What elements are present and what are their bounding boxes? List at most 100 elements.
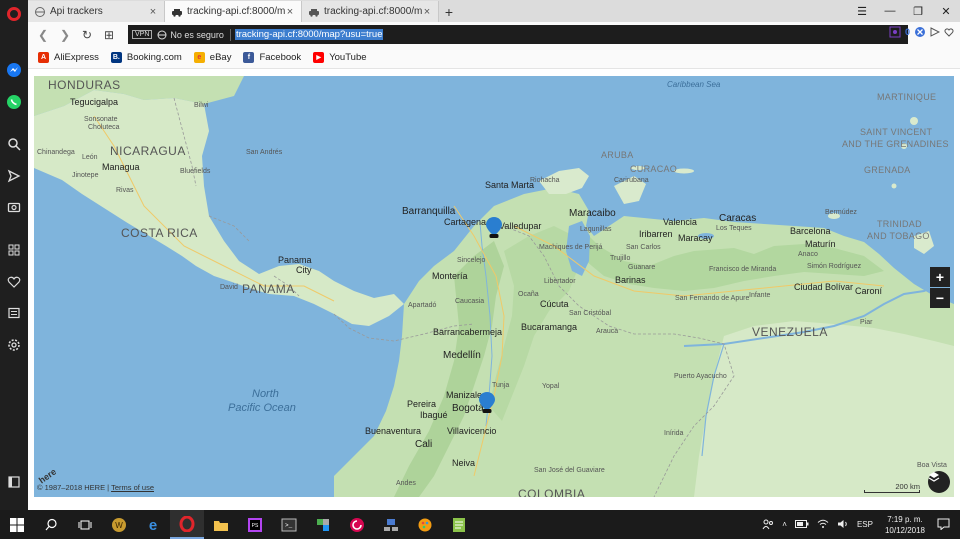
city-label: Valencia: [663, 217, 697, 227]
taskbar-app-paint[interactable]: [408, 510, 442, 539]
place-label: San Cristóbal: [569, 310, 612, 317]
svg-text:W: W: [115, 521, 123, 530]
restore-icon[interactable]: ❐: [904, 0, 932, 22]
close-icon[interactable]: ×: [148, 6, 158, 18]
map-view[interactable]: HONDURAS NICARAGUA COSTA RICA PANAMA VEN…: [34, 76, 954, 497]
ocean-label: North: [252, 388, 279, 400]
place-label: Tunja: [492, 382, 510, 389]
address-extensions: 0: [889, 26, 954, 38]
speed-dial-icon[interactable]: [4, 240, 24, 260]
flow-send-icon[interactable]: [930, 27, 940, 37]
forward-icon[interactable]: ❯: [54, 24, 76, 46]
tab-tracking-map[interactable]: tracking-api.cf:8000/map/ ×: [302, 1, 439, 22]
bookmark-youtube[interactable]: ▶ YouTube: [313, 52, 367, 63]
bookmark-aliexpress[interactable]: A AliExpress: [38, 52, 99, 63]
map-scale-bar: [864, 490, 920, 493]
tracker-marker-icon[interactable]: [486, 217, 502, 239]
country-label: NICARAGUA: [110, 144, 186, 158]
battery-icon[interactable]: [794, 519, 809, 530]
close-icon[interactable]: ×: [422, 6, 432, 18]
island-label: TRINIDAD: [877, 219, 922, 229]
opera-menu-icon[interactable]: [4, 4, 24, 24]
globe-icon: [157, 30, 167, 39]
extension-icon[interactable]: [889, 26, 901, 38]
vpn-badge[interactable]: VPN: [132, 30, 153, 39]
taskbar-app-explorer[interactable]: [204, 510, 238, 539]
debian-icon: [350, 517, 364, 532]
language-indicator[interactable]: ESP: [857, 520, 873, 529]
taskbar-app-puzzle[interactable]: [306, 510, 340, 539]
taskbar-app-edge[interactable]: e: [136, 510, 170, 539]
task-view-button[interactable]: [68, 510, 102, 539]
island-label: AND TOBAGO: [867, 231, 930, 241]
place-label: Apartadó: [408, 302, 437, 309]
search-button[interactable]: [34, 510, 68, 539]
tab-api-trackers[interactable]: Api trackers ×: [28, 1, 165, 22]
people-icon[interactable]: [762, 518, 774, 532]
sidebar-toggle-icon[interactable]: [4, 472, 24, 492]
terms-of-use-link[interactable]: Terms of use: [111, 483, 154, 492]
place-label: Trujillo: [610, 255, 631, 262]
search-icon[interactable]: [4, 134, 24, 154]
settings-gear-icon[interactable]: [4, 335, 24, 355]
taskbar-app-opera[interactable]: [170, 510, 204, 539]
zoom-in-button[interactable]: +: [930, 267, 950, 287]
news-icon[interactable]: [4, 303, 24, 323]
back-icon[interactable]: ❮: [32, 24, 54, 46]
adblock-icon[interactable]: [914, 26, 926, 38]
bookmark-ebay[interactable]: e eBay: [193, 52, 231, 63]
minimize-icon[interactable]: —: [876, 0, 904, 22]
place-label: Jinotepe: [72, 172, 99, 179]
place-label: Machiques de Perijá: [539, 244, 603, 251]
warcraft-icon: W: [112, 517, 126, 532]
security-status[interactable]: No es seguro: [170, 30, 224, 40]
place-label: David: [220, 284, 238, 291]
map-attribution: © 1987–2018 HERE | Terms of use: [37, 483, 154, 492]
clock[interactable]: 7:19 p. m. 10/12/2018: [885, 514, 925, 536]
taskbar-app-network[interactable]: [374, 510, 408, 539]
map-layers-button[interactable]: [928, 471, 950, 493]
tab-menu-icon[interactable]: ☰: [848, 0, 876, 22]
task-view-icon: [78, 520, 92, 529]
tab-label: tracking-api.cf:8000/map/: [324, 6, 422, 17]
notifications-icon[interactable]: [937, 518, 950, 532]
country-label: COSTA RICA: [121, 226, 198, 240]
messenger-icon[interactable]: [4, 60, 24, 80]
taskbar-app-wow[interactable]: W: [102, 510, 136, 539]
ebay-icon: e: [193, 52, 205, 63]
camera-icon[interactable]: [4, 197, 24, 217]
new-tab-button[interactable]: +: [439, 1, 459, 22]
tracker-marker-icon[interactable]: [479, 392, 495, 414]
wifi-icon[interactable]: [817, 519, 829, 531]
url-text[interactable]: tracking-api.cf:8000/map?usu=true: [234, 29, 384, 40]
close-icon[interactable]: ×: [285, 6, 295, 18]
close-window-icon[interactable]: ✕: [932, 0, 960, 22]
chevron-up-icon[interactable]: ˄: [782, 520, 787, 529]
send-icon[interactable]: [4, 166, 24, 186]
reload-icon[interactable]: ↻: [76, 24, 98, 46]
heart-icon[interactable]: [4, 272, 24, 292]
taskbar-app-terminal[interactable]: >_: [272, 510, 306, 539]
city-label: Maracaibo: [569, 208, 616, 219]
start-button[interactable]: [0, 510, 34, 539]
zoom-out-button[interactable]: −: [930, 288, 950, 308]
speed-dial-grid-icon[interactable]: ⊞: [98, 24, 120, 46]
divider: [229, 28, 231, 41]
volume-icon[interactable]: [837, 519, 849, 531]
bookmark-facebook[interactable]: f Facebook: [243, 52, 301, 63]
whatsapp-icon[interactable]: [4, 92, 24, 112]
city-label: Cali: [415, 439, 433, 450]
taskbar-app-phpstorm[interactable]: PS: [238, 510, 272, 539]
place-label: Rivas: [116, 187, 134, 194]
taskbar-app-debian[interactable]: [340, 510, 374, 539]
bookmark-heart-icon[interactable]: [944, 27, 954, 37]
notepad-icon: [453, 517, 465, 532]
bookmark-booking[interactable]: B. Booking.com: [110, 52, 182, 63]
bookmark-label: Facebook: [259, 52, 302, 63]
puzzle-app-icon: [317, 518, 329, 531]
city-label: Villavicencio: [447, 426, 497, 436]
tab-tracking-map-active[interactable]: tracking-api.cf:8000/map? ×: [165, 1, 302, 22]
taskbar-app-notepad[interactable]: [442, 510, 476, 539]
url-field[interactable]: VPN No es seguro tracking-api.cf:8000/ma…: [128, 25, 908, 44]
car-icon: [172, 8, 182, 17]
